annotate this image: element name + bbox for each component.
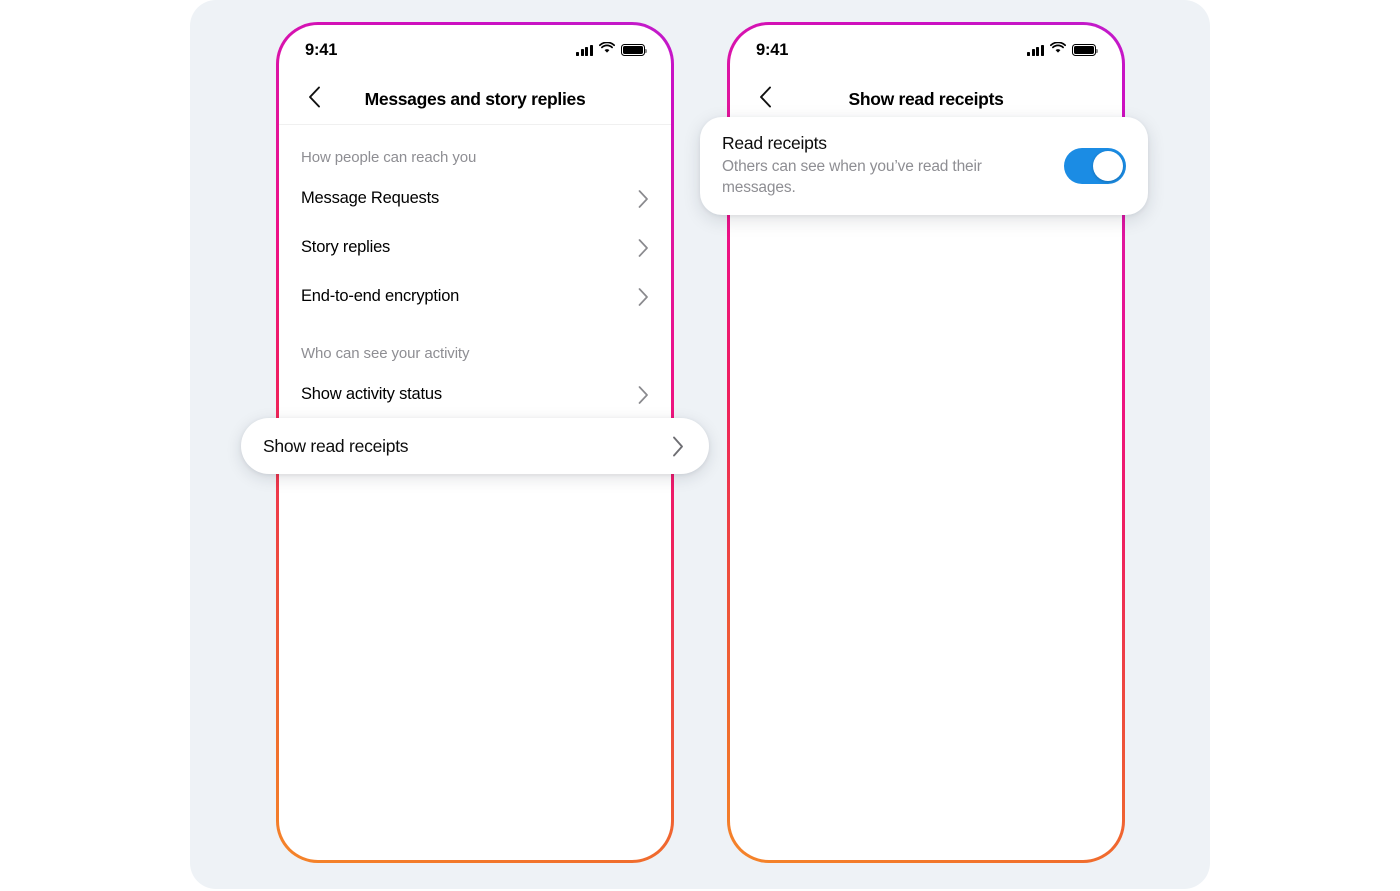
wifi-icon xyxy=(598,41,616,59)
wifi-icon xyxy=(1049,41,1067,59)
row-label: Story replies xyxy=(301,238,391,256)
back-button-right[interactable] xyxy=(748,83,782,117)
status-icons xyxy=(576,41,648,59)
page-title-left: Messages and story replies xyxy=(364,89,586,109)
row-story-replies[interactable]: Story replies xyxy=(279,223,671,272)
pill-label: Show read receipts xyxy=(263,435,409,456)
status-time: 9:41 xyxy=(756,40,789,59)
chevron-right-icon xyxy=(638,287,649,306)
row-label: Show activity status xyxy=(301,385,442,403)
toggle-knob xyxy=(1093,151,1123,181)
chevron-right-icon xyxy=(672,436,685,457)
status-time: 9:41 xyxy=(305,40,338,59)
status-bar-right: 9:41 xyxy=(730,25,1122,75)
screenshot-stage: 9:41 Messages and story replies How peop… xyxy=(0,0,1400,891)
chevron-right-icon xyxy=(638,238,649,257)
read-receipts-title: Read receipts xyxy=(722,133,827,154)
highlight-card-read-receipts: Read receipts Others can see when you’ve… xyxy=(700,117,1148,215)
battery-icon xyxy=(1072,44,1099,56)
row-label: Message Requests xyxy=(301,189,440,207)
row-label: End-to-end encryption xyxy=(301,287,460,305)
section-header-how-people-can-reach-you: How people can reach you xyxy=(301,149,477,166)
page-title-right: Show read receipts xyxy=(848,89,1004,109)
back-button-left[interactable] xyxy=(297,83,331,117)
row-message-requests[interactable]: Message Requests xyxy=(279,174,671,223)
row-end-to-end-encryption[interactable]: End-to-end encryption xyxy=(279,272,671,321)
read-receipts-subtitle: Others can see when you’ve read their me… xyxy=(722,158,982,196)
chevron-left-icon xyxy=(759,86,772,113)
settings-list-left: How people can reach you Message Request… xyxy=(279,125,671,419)
status-bar-left: 9:41 xyxy=(279,25,671,75)
signal-bars-icon xyxy=(1027,44,1044,56)
read-receipts-toggle[interactable] xyxy=(1064,148,1126,184)
highlight-pill-show-read-receipts[interactable]: Show read receipts xyxy=(241,418,709,474)
signal-bars-icon xyxy=(576,44,593,56)
chevron-right-icon xyxy=(638,189,649,208)
chevron-left-icon xyxy=(308,86,321,113)
nav-bar-left: Messages and story replies xyxy=(279,75,671,125)
status-icons xyxy=(1027,41,1099,59)
read-receipts-text: Read receipts Others can see when you’ve… xyxy=(722,133,1064,198)
row-show-activity-status[interactable]: Show activity status xyxy=(279,370,671,419)
battery-icon xyxy=(621,44,648,56)
chevron-right-icon xyxy=(638,385,649,404)
section-header-who-can-see-your-activity: Who can see your activity xyxy=(301,345,470,362)
